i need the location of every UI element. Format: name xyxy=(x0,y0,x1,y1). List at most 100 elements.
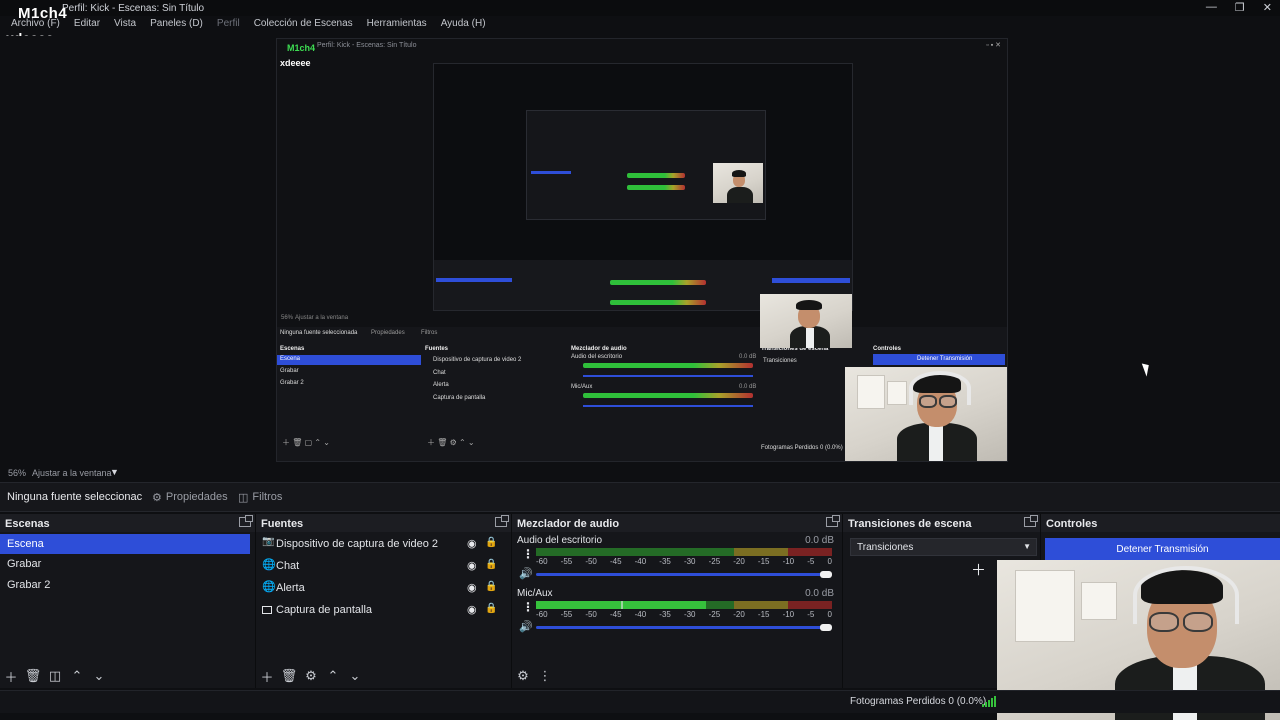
mixer-menu-icon[interactable]: ⋮ xyxy=(534,668,556,684)
filters-button[interactable]: ◫ Filtros xyxy=(232,487,288,507)
mixer-dock-header: Mezclador de audio xyxy=(512,514,842,532)
undock-icon[interactable] xyxy=(239,515,253,527)
speaker-icon[interactable]: 🔊 xyxy=(519,567,533,580)
nested-scene-3: Grabar 2 xyxy=(280,380,304,386)
nested-db-2: 0.0 dB xyxy=(739,384,757,390)
source-item-capture-device[interactable]: 📷 Dispositivo de captura de video 2 ◉ 🔒 xyxy=(256,534,508,556)
lock-icon[interactable]: 🔒 xyxy=(485,559,497,570)
add-transition-icon[interactable]: ＋ xyxy=(971,559,986,580)
transitions-title: Transiciones de escena xyxy=(848,518,972,530)
fit-dropdown-caret-icon[interactable]: ▼ xyxy=(110,467,119,477)
eye-icon[interactable]: ◉ xyxy=(467,603,477,616)
undock-icon[interactable] xyxy=(1024,515,1038,527)
speaker-icon[interactable]: 🔊 xyxy=(519,620,533,633)
nested-controls-title: Controles xyxy=(873,346,902,352)
menu-ayuda[interactable]: Ayuda (H) xyxy=(434,16,493,34)
scenes-toolbar: ＋ 🗑 ◫ ⌃ ⌄ xyxy=(0,664,255,688)
tick-label: 0 xyxy=(827,557,832,566)
transition-selected: Transiciones xyxy=(857,542,914,553)
source-label: Alerta xyxy=(276,582,305,594)
undock-icon[interactable] xyxy=(495,515,509,527)
move-down-icon[interactable]: ⌄ xyxy=(344,668,366,684)
tick-label: -60 xyxy=(536,557,548,566)
channel-desktop-volume-slider[interactable] xyxy=(536,571,832,578)
source-label: Captura de pantalla xyxy=(276,604,373,616)
close-icon[interactable]: ✕ xyxy=(1263,1,1272,14)
minimize-icon[interactable]: — xyxy=(1206,1,1217,14)
lock-icon[interactable]: 🔒 xyxy=(485,581,497,592)
scenes-title: Escenas xyxy=(5,518,50,530)
source-label: Dispositivo de captura de video 2 xyxy=(276,538,439,550)
fit-to-window[interactable]: Ajustar a la ventana xyxy=(32,468,112,478)
menu-vista[interactable]: Vista xyxy=(107,16,143,34)
restore-icon[interactable]: ❐ xyxy=(1235,1,1245,14)
scene-item-escena[interactable]: Escena xyxy=(0,534,250,554)
source-item-screen-capture[interactable]: Captura de pantalla ◉ 🔒 xyxy=(256,600,508,622)
move-down-icon[interactable]: ⌄ xyxy=(88,668,110,684)
lock-icon[interactable]: 🔒 xyxy=(485,537,497,548)
gear-icon[interactable]: ⚙ xyxy=(300,668,322,684)
sources-title: Fuentes xyxy=(261,518,304,530)
nested-meter-1 xyxy=(583,363,753,368)
advanced-audio-icon[interactable]: ⚙ xyxy=(512,668,534,684)
eye-icon[interactable]: ◉ xyxy=(467,581,477,594)
menu-perfil[interactable]: Perfil xyxy=(210,16,247,34)
menu-herramientas[interactable]: Herramientas xyxy=(360,16,434,34)
eye-icon[interactable]: ◉ xyxy=(467,537,477,550)
menu-paneles[interactable]: Paneles (D) xyxy=(143,16,210,34)
source-item-chat[interactable]: 🌐 Chat ◉ 🔒 xyxy=(256,556,508,578)
properties-button[interactable]: ⚙ Propiedades xyxy=(146,487,234,507)
preview-canvas[interactable]: M1ch4 Perfil: Kick - Escenas: Sin Título… xyxy=(276,38,1008,462)
menu-editar[interactable]: Editar xyxy=(67,16,107,34)
status-bar: Fotogramas Perdidos 0 (0.0%) xyxy=(0,690,1280,713)
tick-label: -60 xyxy=(536,610,548,619)
scene-item-grabar[interactable]: Grabar xyxy=(0,554,250,574)
volume-slider-handle[interactable] xyxy=(820,571,832,578)
channel-desktop-meter xyxy=(536,548,832,556)
scene-item-grabar-2[interactable]: Grabar 2 xyxy=(0,575,250,595)
nested-scene-1: Escena xyxy=(280,356,301,362)
no-source-selected: Ninguna fuente seleccionac xyxy=(7,491,143,503)
channel-menu-icon[interactable]: ⋮ xyxy=(522,547,534,561)
tick-label: -40 xyxy=(634,557,647,566)
nested-scenes-title: Escenas xyxy=(280,346,305,352)
tick-label: -20 xyxy=(733,610,745,619)
nested-mixer-title: Mezclador de audio xyxy=(571,346,627,352)
nested-db-1: 0.0 dB xyxy=(739,354,757,360)
controls-dock-header: Controles xyxy=(1041,514,1280,532)
source-item-alerta[interactable]: 🌐 Alerta ◉ 🔒 xyxy=(256,578,508,600)
dropped-frames: Fotogramas Perdidos 0 (0.0%) xyxy=(850,696,987,707)
nested-source-2: Chat xyxy=(433,370,446,376)
nested-stop-button xyxy=(772,278,850,283)
channel-menu-icon[interactable]: ⋮ xyxy=(522,600,534,614)
move-up-icon[interactable]: ⌃ xyxy=(322,668,344,684)
nested-preview-deep xyxy=(526,110,766,220)
filter-icon[interactable]: ◫ xyxy=(44,668,66,684)
eye-icon[interactable]: ◉ xyxy=(467,559,477,572)
window-title: Perfil: Kick - Escenas: Sin Título xyxy=(62,3,205,14)
nested-preview xyxy=(433,63,853,348)
tick-label: -15 xyxy=(757,557,770,566)
undock-icon[interactable] xyxy=(826,515,840,527)
lock-icon[interactable]: 🔒 xyxy=(485,603,497,614)
trash-icon[interactable]: 🗑 xyxy=(278,668,300,684)
channel-mic-volume-slider[interactable] xyxy=(536,624,832,631)
preview-area[interactable]: M1ch4 Perfil: Kick - Escenas: Sin Título… xyxy=(0,36,1280,464)
menu-coleccion-escenas[interactable]: Colección de Escenas xyxy=(247,16,360,34)
nested-stop-label: Detener Transmisión xyxy=(917,356,973,362)
trash-icon[interactable]: 🗑 xyxy=(22,668,44,684)
add-icon[interactable]: ＋ xyxy=(256,667,278,686)
properties-label: Propiedades xyxy=(165,491,228,503)
nested-meter-b xyxy=(610,300,706,305)
source-label: Chat xyxy=(276,560,300,572)
channel-mic-meter xyxy=(536,601,832,609)
nested-window-controls: ▫ ▪ ✕ xyxy=(986,42,1001,49)
signal-strength-icon xyxy=(982,696,996,707)
move-up-icon[interactable]: ⌃ xyxy=(66,668,88,684)
add-icon[interactable]: ＋ xyxy=(0,667,22,686)
volume-slider-handle[interactable] xyxy=(820,624,832,631)
transition-select[interactable]: Transiciones ▼ xyxy=(850,538,1037,556)
title-bar: Perfil: Kick - Escenas: Sin Título M1ch4… xyxy=(0,0,1280,22)
stop-stream-button[interactable]: Detener Transmisión xyxy=(1045,538,1280,560)
menu-bar: Archivo (F) Editar Vista Paneles (D) Per… xyxy=(0,16,1280,34)
